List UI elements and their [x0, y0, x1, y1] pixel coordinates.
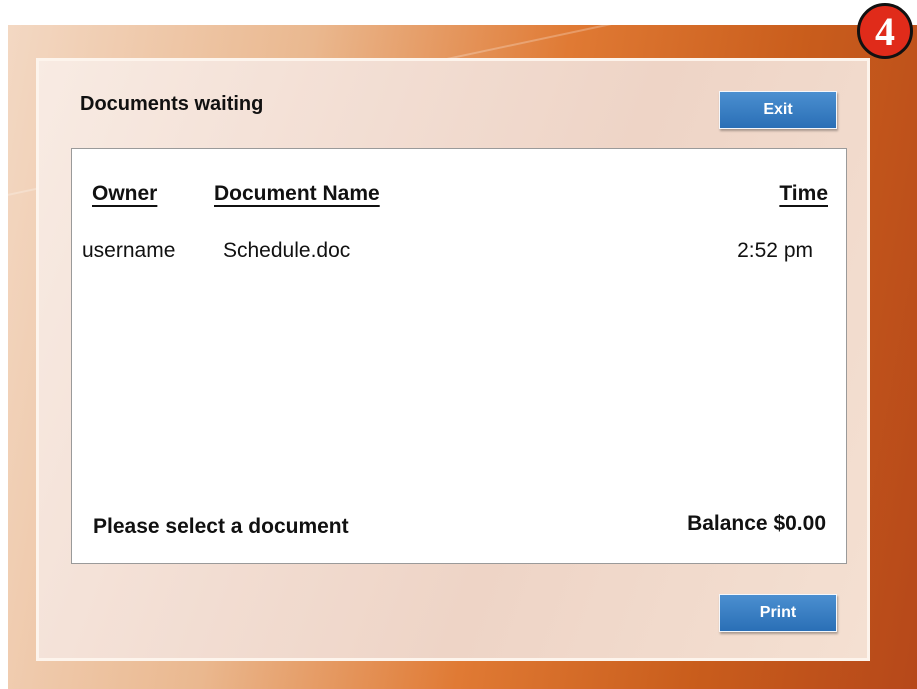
column-header-time[interactable]: Time [779, 182, 828, 206]
print-button[interactable]: Print [719, 594, 837, 632]
page-title: Documents waiting [80, 93, 264, 115]
column-header-owner[interactable]: Owner [92, 182, 157, 206]
exit-button[interactable]: Exit [719, 91, 837, 129]
document-owner: username [82, 239, 176, 262]
document-name: Schedule.doc [223, 239, 351, 262]
document-row[interactable]: username Schedule.doc 2:52 pm [72, 239, 846, 269]
column-header-document-name[interactable]: Document Name [214, 182, 380, 206]
kiosk-frame: Documents waiting Exit Owner Document Na… [8, 25, 917, 689]
document-list: Owner Document Name Time username Schedu… [71, 148, 847, 564]
dialog-panel: Documents waiting Exit Owner Document Na… [36, 58, 870, 661]
document-time: 2:52 pm [737, 239, 813, 262]
step-number-badge: 4 [857, 3, 913, 59]
status-message: Please select a document [93, 515, 349, 538]
balance-display: Balance $0.00 [687, 512, 826, 535]
